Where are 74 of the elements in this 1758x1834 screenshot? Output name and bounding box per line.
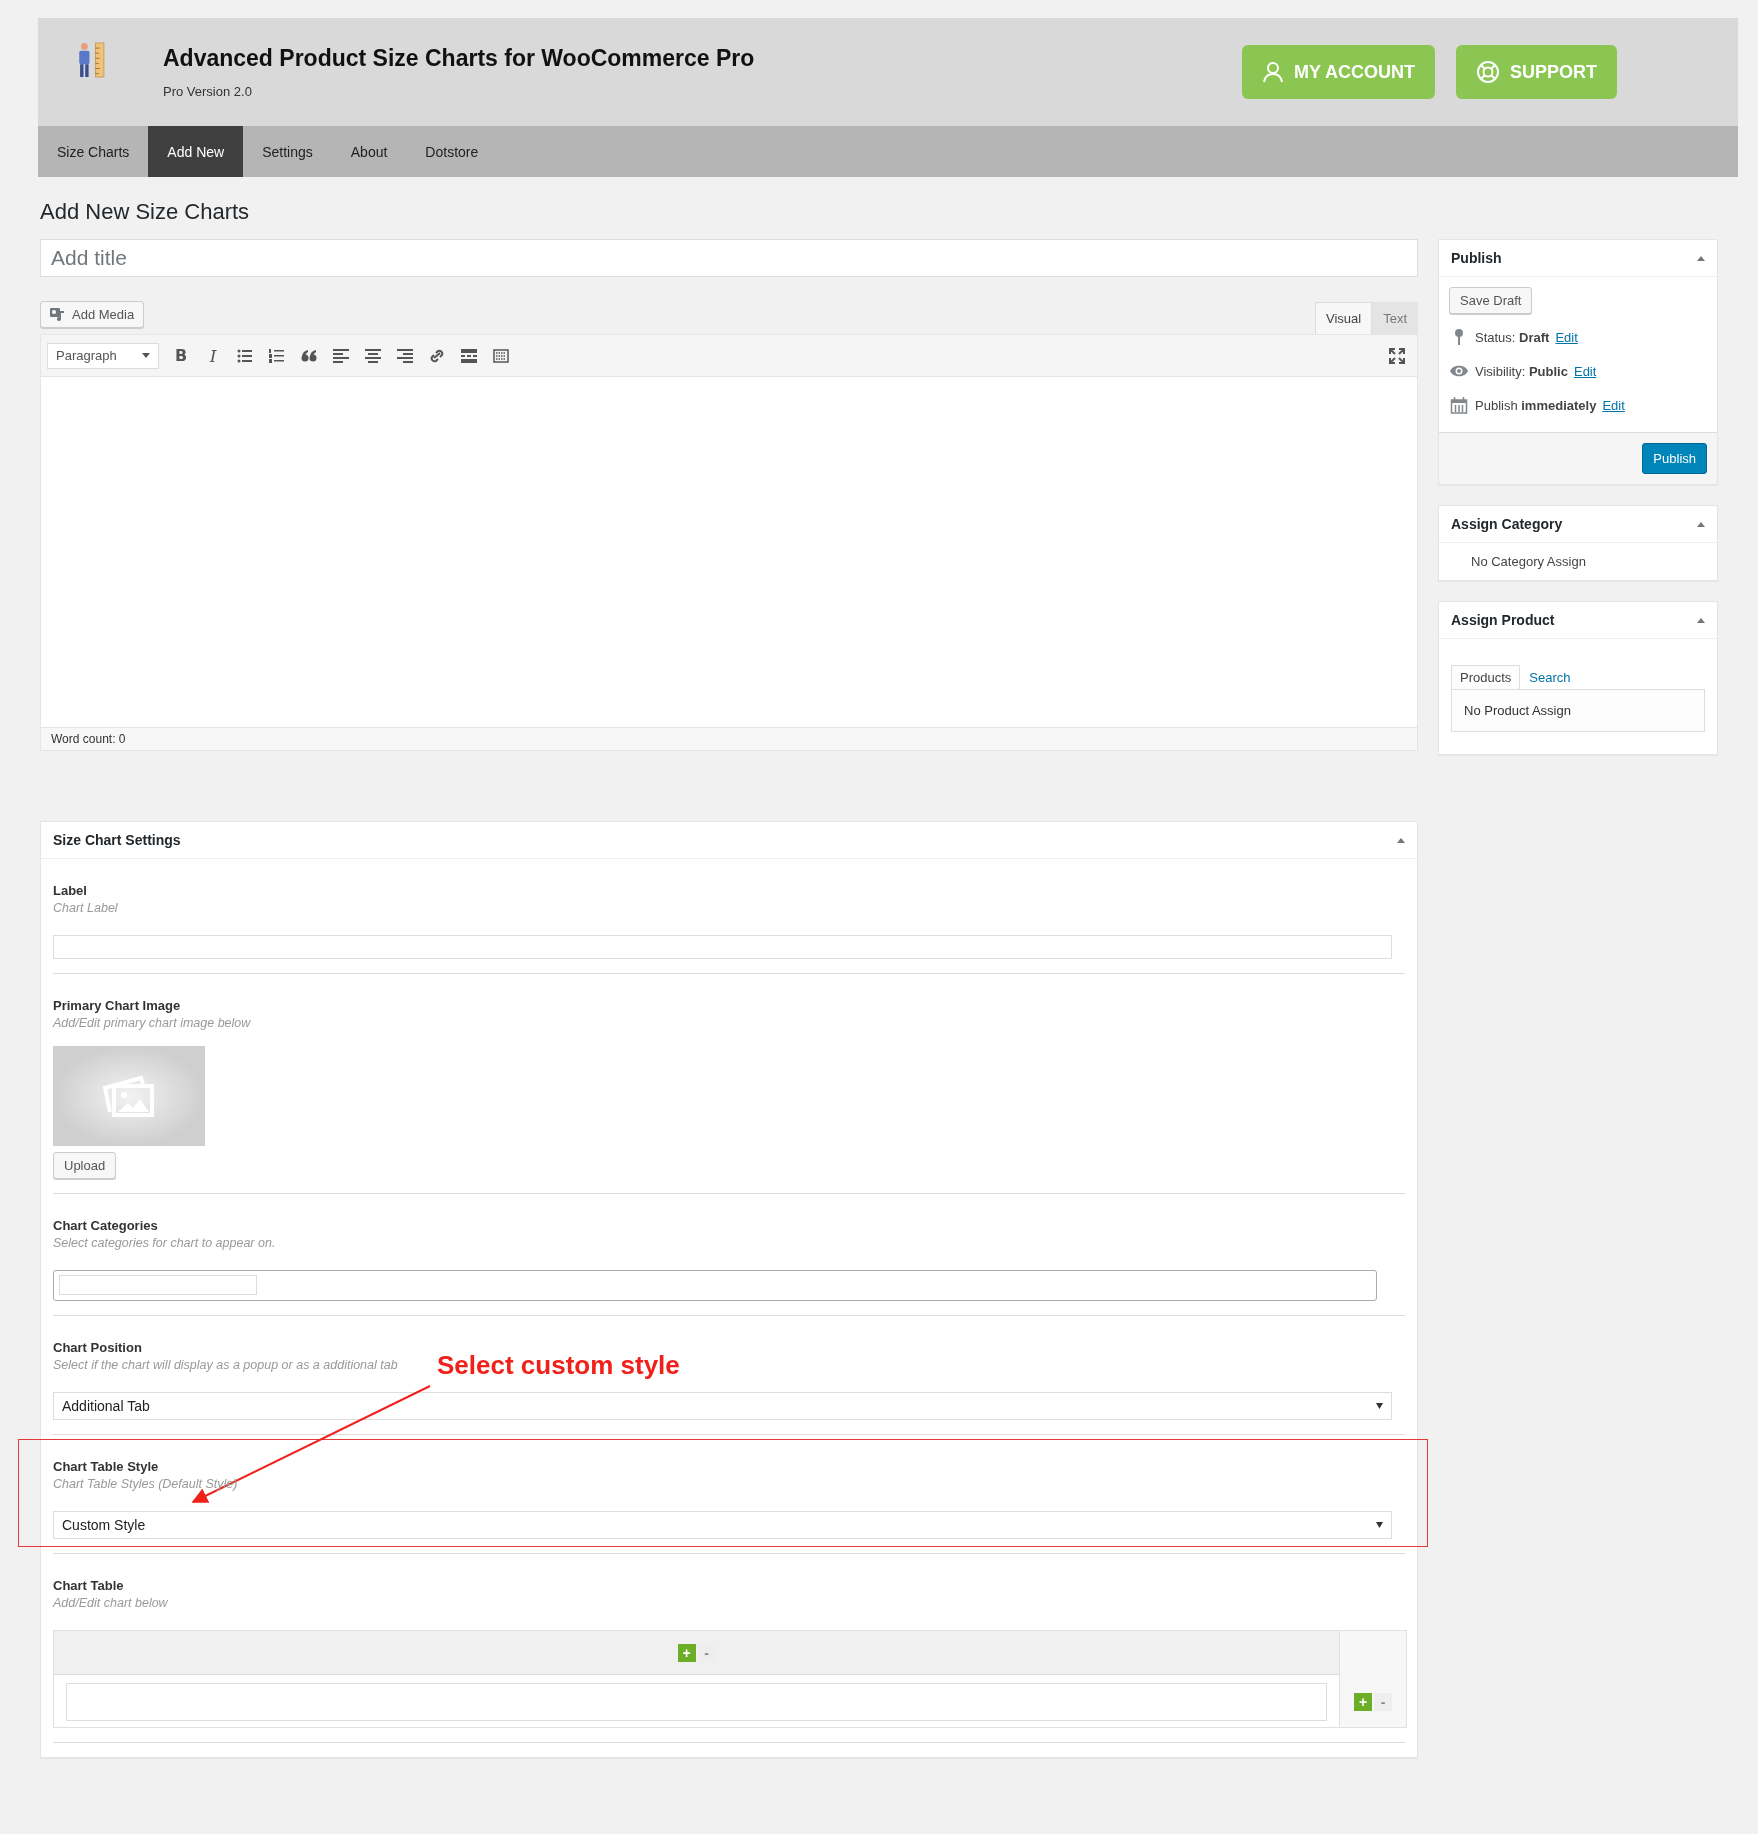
field-label: Primary Chart Image — [53, 998, 181, 1013]
edit-link[interactable]: Edit — [1555, 329, 1578, 345]
panel-title: Publish — [1451, 250, 1502, 266]
table-cell-field[interactable] — [66, 1683, 1327, 1721]
product-tab[interactable]: Products — [1451, 665, 1521, 689]
field-hint: Select categories for chart to appear on. — [53, 1236, 276, 1250]
nav-tab[interactable]: Dotstore — [406, 126, 498, 177]
edit-link[interactable]: Edit — [1602, 397, 1625, 413]
user-icon — [1262, 61, 1284, 83]
publish-info: Visibility: Public — [1475, 363, 1568, 379]
nav-tab[interactable]: Add New — [148, 126, 244, 177]
save-draft-button[interactable]: Save Draft — [1449, 287, 1533, 314]
field-label: Chart Categories — [53, 1218, 158, 1233]
collapse-icon[interactable] — [1397, 837, 1405, 843]
empty-category-text: No Category Assign — [1471, 554, 1586, 569]
title-field[interactable]: Add title — [40, 239, 1418, 277]
collapse-icon[interactable] — [1697, 255, 1705, 261]
panel-title: Assign Product — [1451, 612, 1555, 628]
caret-icon — [1376, 1522, 1383, 1528]
calendar-icon — [1449, 396, 1469, 414]
add-media-button[interactable]: Add Media — [40, 301, 145, 328]
editor-tab[interactable]: Text — [1372, 302, 1418, 334]
product-tab[interactable]: Search — [1520, 665, 1580, 689]
more-icon — [461, 348, 477, 363]
field-label: Chart Table Style — [53, 1459, 159, 1474]
publish-button[interactable]: Publish — [1642, 443, 1707, 474]
eye-icon — [1449, 364, 1469, 378]
bullets-icon — [237, 348, 253, 363]
align-right-icon — [397, 348, 413, 363]
lifebuoy-icon — [1476, 60, 1500, 84]
field-hint: Select if the chart will display as a popup or as a additional tab — [53, 1358, 398, 1372]
bold-button[interactable]: B — [167, 341, 195, 370]
publish-info: Status: Draft — [1475, 329, 1550, 345]
select-dropdown[interactable]: Custom Style — [53, 1511, 1392, 1539]
collapse-icon[interactable] — [1697, 521, 1705, 527]
publish-info: Publish immediately — [1475, 397, 1597, 413]
caret-icon — [1376, 1403, 1383, 1409]
categories-field[interactable] — [53, 1270, 1377, 1301]
nav-tab[interactable]: About — [331, 126, 407, 177]
align-left-icon — [333, 348, 349, 363]
toolbar-toggle-icon — [493, 348, 509, 363]
version-label: Pro Version 2.0 — [163, 84, 253, 99]
collapse-icon[interactable] — [1697, 617, 1705, 623]
annotation-text: Select custom style — [437, 1350, 680, 1381]
numbers-icon — [269, 348, 285, 363]
link-icon — [429, 348, 445, 363]
field-label: Chart Table — [53, 1578, 124, 1593]
italic-button[interactable]: I — [199, 341, 227, 370]
edit-link[interactable]: Edit — [1573, 363, 1597, 379]
label-field[interactable] — [53, 935, 1392, 959]
media-icon — [50, 307, 66, 322]
field-hint: Add/Edit chart below — [53, 1596, 168, 1610]
caret-icon — [142, 353, 150, 358]
page-title: Add New Size Charts — [40, 199, 251, 225]
panel-title: Size Chart Settings — [53, 832, 181, 848]
editor-tab[interactable]: Visual — [1314, 302, 1373, 334]
panel-title: Assign Category — [1451, 516, 1563, 532]
format-dropdown[interactable]: Paragraph — [47, 342, 159, 369]
word-count: Word count: 0 — [51, 732, 126, 746]
field-hint: Chart Label — [53, 901, 118, 915]
upload-button[interactable]: Upload — [53, 1152, 117, 1179]
empty-product-text: No Product Assign — [1464, 703, 1571, 718]
quote-icon — [301, 348, 317, 363]
field-label: Label — [53, 883, 87, 898]
image-icon — [102, 1074, 156, 1118]
field-hint: Add/Edit primary chart image below — [53, 1016, 251, 1030]
select-dropdown[interactable]: Additional Tab — [53, 1392, 1392, 1420]
category-search-field[interactable] — [59, 1275, 257, 1295]
field-label: Chart Position — [53, 1340, 142, 1355]
nav-tab[interactable]: Settings — [243, 126, 332, 177]
plugin-title: Advanced Product Size Charts for WooCommerce Pro — [163, 45, 755, 72]
fullscreen-icon — [1389, 347, 1405, 364]
align-center-icon — [365, 348, 381, 363]
nav-tab[interactable]: Size Charts — [38, 126, 149, 177]
